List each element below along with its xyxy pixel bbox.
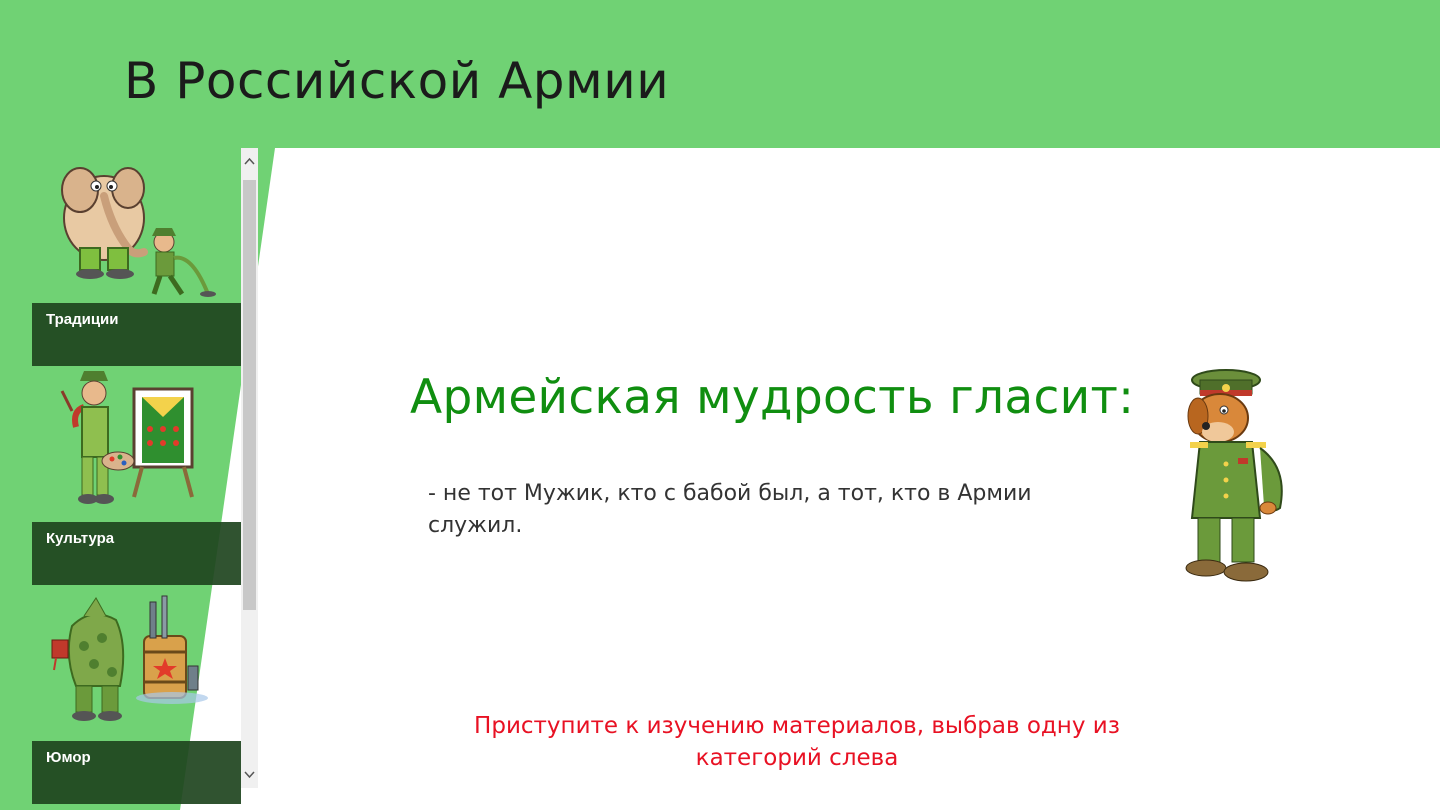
category-tile-traditions[interactable]: Традиции [32, 148, 241, 366]
category-label-bar: Культура [32, 522, 241, 585]
wisdom-heading: Армейская мудрость гласит: [410, 370, 1135, 425]
elephant-and-soldier-icon [61, 167, 216, 297]
category-tile-humor[interactable]: Юмор [32, 586, 241, 804]
scroll-down-button[interactable] [241, 762, 258, 788]
category-label: Юмор [46, 749, 91, 766]
category-label: Традиции [46, 311, 119, 328]
chevron-down-icon [244, 771, 255, 779]
instruction-text: Приступите к изучению материалов, выбрав… [474, 713, 1120, 771]
sidebar-scrollbar[interactable] [241, 148, 258, 788]
scroll-thumb[interactable] [243, 180, 256, 610]
soldier-painter-icon [60, 371, 194, 504]
chevron-up-icon [244, 157, 255, 165]
dog-officer-icon [1185, 369, 1283, 582]
category-list[interactable]: Традиции Культура Юмор [0, 148, 258, 804]
app-title: В Российской Армии [124, 52, 670, 110]
category-label: Культура [46, 530, 115, 547]
scroll-up-button[interactable] [241, 148, 258, 174]
category-label-bar: Юмор [32, 741, 241, 804]
category-tile-culture[interactable]: Культура [32, 367, 241, 585]
category-label-bar: Традиции [32, 303, 241, 366]
quote-text: - не тот Мужик, кто с бабой был, а тот, … [428, 481, 1032, 538]
soldier-with-barrel-icon [51, 595, 208, 721]
